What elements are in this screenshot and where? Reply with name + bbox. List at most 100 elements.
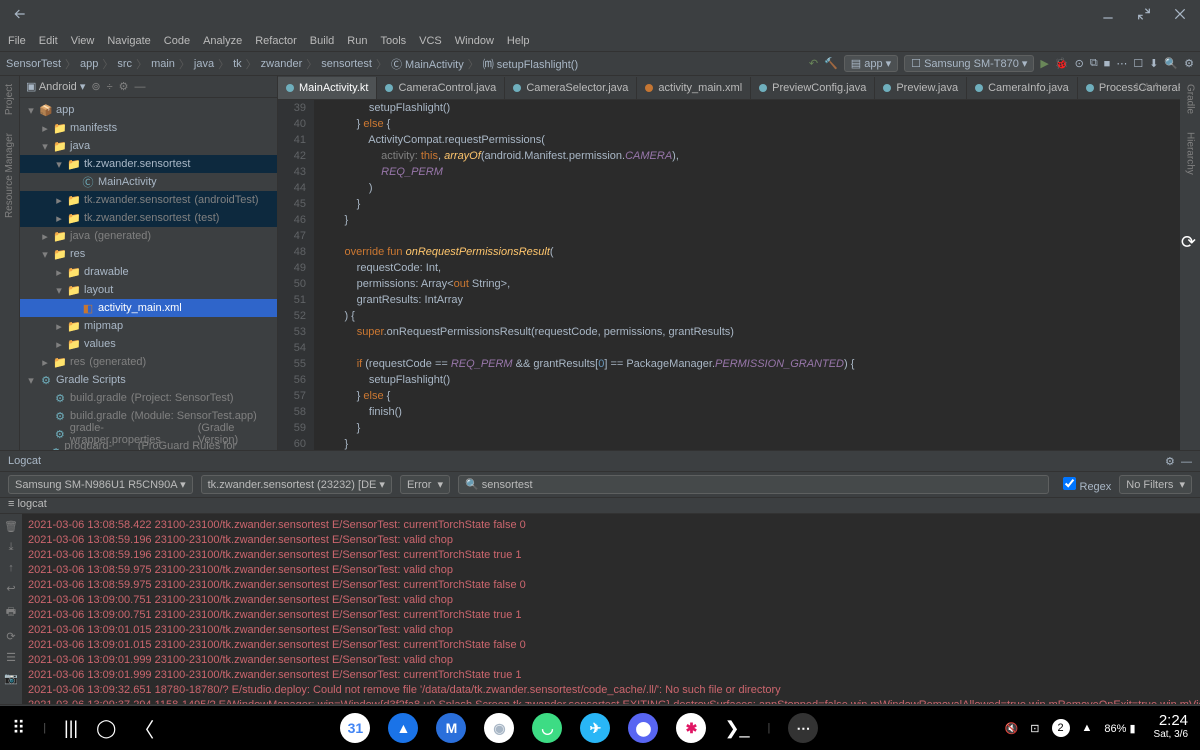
clock[interactable]: 2:24 Sat, 3/6 — [1154, 714, 1188, 742]
camera-icon[interactable]: 📷 — [4, 672, 18, 685]
tree-item[interactable]: ▸📁drawable — [20, 263, 277, 281]
toolwindow-hierarchy[interactable]: Hierarchy — [1185, 132, 1196, 175]
tree-item[interactable]: ▸📁manifests — [20, 119, 277, 137]
project-view-select[interactable]: ▣ Android ▾ — [26, 80, 85, 93]
editor-tab[interactable]: Preview.java — [875, 77, 967, 99]
profile-icon[interactable]: ⊙ — [1075, 57, 1084, 70]
editor-tab[interactable]: PreviewConfig.java — [751, 77, 875, 99]
breadcrumb-item[interactable]: Ⓒ MainActivity — [391, 56, 464, 72]
tree-item[interactable]: ▸📁java(generated) — [20, 227, 277, 245]
breadcrumb-item[interactable]: java — [194, 58, 214, 70]
logcat-header[interactable]: Logcat ⚙ — — [0, 450, 1200, 472]
app-auto[interactable]: ▲ — [388, 713, 418, 743]
up-icon[interactable]: ↑ — [8, 562, 14, 574]
avd-icon[interactable]: ☐ — [1133, 57, 1143, 70]
menu-analyze[interactable]: Analyze — [203, 35, 242, 47]
toolwindow-gradle[interactable]: Gradle — [1185, 84, 1196, 114]
tree-item[interactable]: ▸📁tk.zwander.sensortest(androidTest) — [20, 191, 277, 209]
recents-icon[interactable]: ||| — [64, 718, 78, 739]
menu-run[interactable]: Run — [347, 35, 367, 47]
status-indicators[interactable]: 🔇 ⊡ 2 ▲ 86% ▮ — [1005, 719, 1136, 737]
app-telegram[interactable]: ✈ — [580, 713, 610, 743]
menu-tools[interactable]: Tools — [380, 35, 406, 47]
close-icon[interactable] — [1172, 6, 1188, 25]
run-config-select[interactable]: ▤ app ▾ — [844, 55, 898, 72]
tree-item[interactable]: ▸📁tk.zwander.sensortest(test) — [20, 209, 277, 227]
menu-refactor[interactable]: Refactor — [255, 35, 297, 47]
logcat-hide-icon[interactable]: — — [1181, 456, 1192, 468]
menu-vcs[interactable]: VCS — [419, 35, 442, 47]
logcat-search-input[interactable]: 🔍 sensortest — [458, 475, 1049, 494]
menu-edit[interactable]: Edit — [39, 35, 58, 47]
minimize-icon[interactable] — [1100, 6, 1116, 25]
tree-item[interactable]: ▾📁layout — [20, 281, 277, 299]
trash-icon[interactable]: 🗑 — [4, 520, 18, 533]
menu-help[interactable]: Help — [507, 35, 530, 47]
device-select[interactable]: ☐ Samsung SM-T870 ▾ — [904, 55, 1034, 72]
restore-icon[interactable] — [1136, 6, 1152, 25]
attach-icon[interactable]: ⧉ — [1090, 57, 1098, 70]
tree-item[interactable]: ▾📁res — [20, 245, 277, 263]
breadcrumb-item[interactable]: sensortest — [321, 58, 372, 70]
tree-item[interactable]: ▾⚙Gradle Scripts — [20, 371, 277, 389]
sdk-icon[interactable]: ⬇ — [1149, 57, 1158, 70]
logcat-output[interactable]: 2021-03-06 13:08:58.422 23100-23100/tk.z… — [22, 514, 1200, 704]
tree-item[interactable]: ▸📁values — [20, 335, 277, 353]
logcat-level-select[interactable]: Error ▾ — [400, 475, 450, 494]
app-calendar[interactable]: 31 — [340, 713, 370, 743]
tree-item[interactable]: ⚙proguard-rules.pro(ProGuard Rules for S… — [20, 443, 277, 450]
editor-tab[interactable]: MainActivity.kt — [278, 77, 377, 99]
gear-icon[interactable]: ⚙ — [119, 80, 129, 93]
logcat-process-select[interactable]: tk.zwander.sensortest (23232) [DE ▾ — [201, 475, 392, 494]
collapse-icon[interactable]: ÷ — [107, 81, 113, 93]
app-android[interactable]: ◡ — [532, 713, 562, 743]
back-nav-icon[interactable]: 〈 — [134, 714, 154, 743]
apps-icon[interactable]: ⠿ — [12, 718, 25, 739]
breadcrumb-item[interactable]: tk — [233, 58, 242, 70]
app-terminal[interactable]: ❯_ — [724, 718, 749, 739]
tree-item[interactable]: ▸📁res(generated) — [20, 353, 277, 371]
menu-navigate[interactable]: Navigate — [107, 35, 150, 47]
home-icon[interactable]: ◯ — [96, 718, 116, 739]
logcat-regex-checkbox[interactable]: Regex — [1063, 477, 1111, 493]
run-icon[interactable]: ▶ — [1040, 57, 1048, 70]
more-icon[interactable]: ⋯ — [1116, 57, 1127, 70]
tree-item[interactable]: ▾📁java — [20, 137, 277, 155]
app-slack[interactable]: ✱ — [676, 713, 706, 743]
menu-file[interactable]: File — [8, 35, 26, 47]
wrap-icon[interactable]: ↩ — [6, 582, 15, 595]
logcat-subtab[interactable]: ≡ logcat — [0, 498, 1200, 514]
breadcrumb-item[interactable]: ⒨ setupFlashlight() — [483, 56, 578, 72]
logcat-filter-select[interactable]: No Filters ▾ — [1119, 475, 1192, 494]
inspection-hint[interactable]: 1 ⚠ ^ ⌄ — [1134, 82, 1170, 93]
menu-window[interactable]: Window — [455, 35, 494, 47]
scroll-end-icon[interactable]: ⤓ — [9, 541, 14, 554]
app-chrome[interactable]: ◉ — [484, 713, 514, 743]
logcat-device-select[interactable]: Samsung SM-N986U1 R5CN90A ▾ — [8, 475, 193, 494]
breadcrumb-item[interactable]: src — [117, 58, 132, 70]
tree-item[interactable]: ⚙build.gradle(Project: SensorTest) — [20, 389, 277, 407]
sync-icon[interactable]: ↶ — [809, 57, 818, 70]
app-discord[interactable]: ⬤ — [628, 713, 658, 743]
project-tree[interactable]: ▾📦app▸📁manifests▾📁java▾📁tk.zwander.senso… — [20, 98, 277, 450]
hide-icon[interactable]: — — [134, 81, 145, 93]
restart-icon[interactable]: ⟳ — [6, 630, 15, 643]
print-icon[interactable]: 🖶 — [6, 603, 16, 622]
editor-tab[interactable]: activity_main.xml — [637, 77, 751, 99]
breadcrumb-item[interactable]: main — [151, 58, 175, 70]
hammer-icon[interactable]: 🔨 — [824, 57, 838, 70]
back-icon[interactable] — [12, 6, 28, 25]
filter-icon[interactable]: ☰ — [6, 651, 16, 664]
breadcrumb-item[interactable]: zwander — [261, 58, 303, 70]
editor-tab[interactable]: CameraControl.java — [377, 77, 505, 99]
app-mixer[interactable]: M — [436, 713, 466, 743]
breadcrumb-item[interactable]: app — [80, 58, 98, 70]
app-more[interactable]: ⋯ — [788, 713, 818, 743]
menu-view[interactable]: View — [71, 35, 95, 47]
debug-icon[interactable]: 🐞 — [1055, 57, 1069, 70]
settings-icon[interactable]: ⚙ — [1184, 57, 1194, 70]
toolwindow-resource-manager[interactable]: Resource Manager — [4, 133, 15, 218]
tree-item[interactable]: ⒸMainActivity — [20, 173, 277, 191]
breadcrumb-item[interactable]: SensorTest — [6, 58, 61, 70]
stop-icon[interactable]: ■ — [1104, 58, 1111, 70]
